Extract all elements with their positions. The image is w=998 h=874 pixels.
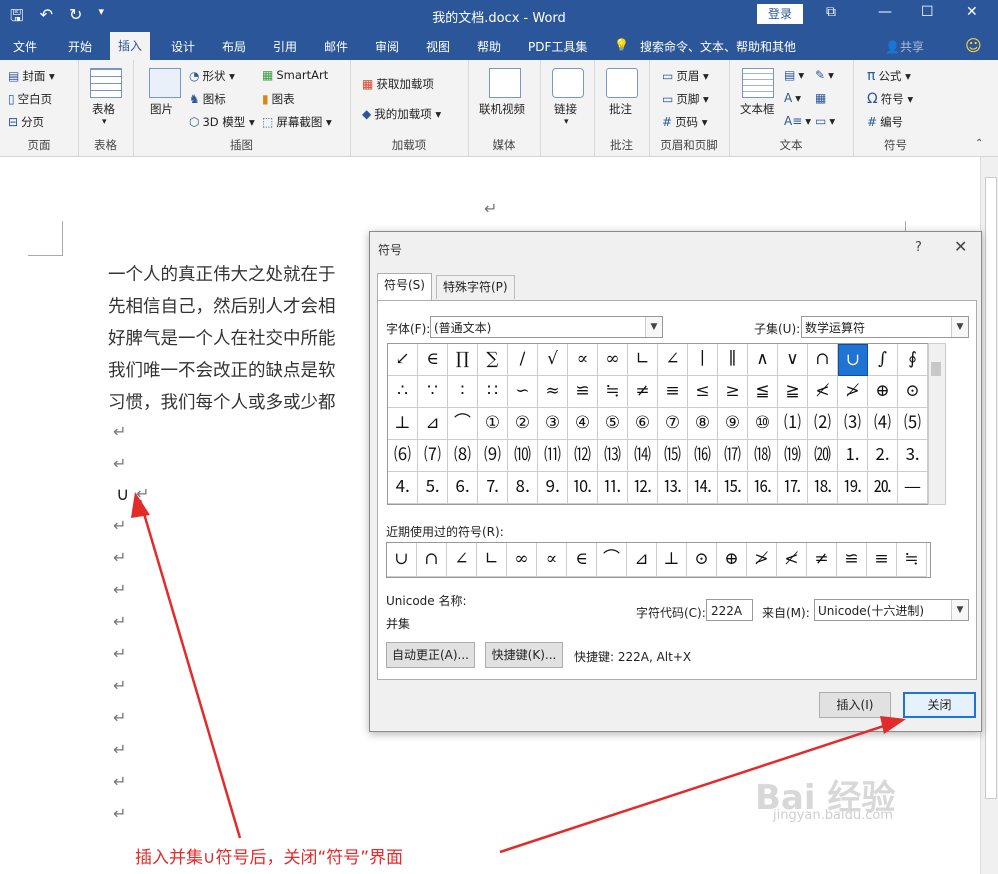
arrowhead-icon xyxy=(880,716,906,734)
arrow-to-symbol xyxy=(138,499,242,839)
annotation-caption: 插入并集∪符号后，关闭“符号”界面 xyxy=(135,848,404,868)
arrowhead-icon xyxy=(131,492,150,518)
arrow-to-close-button xyxy=(499,720,897,854)
annotation-arrows xyxy=(131,492,906,854)
